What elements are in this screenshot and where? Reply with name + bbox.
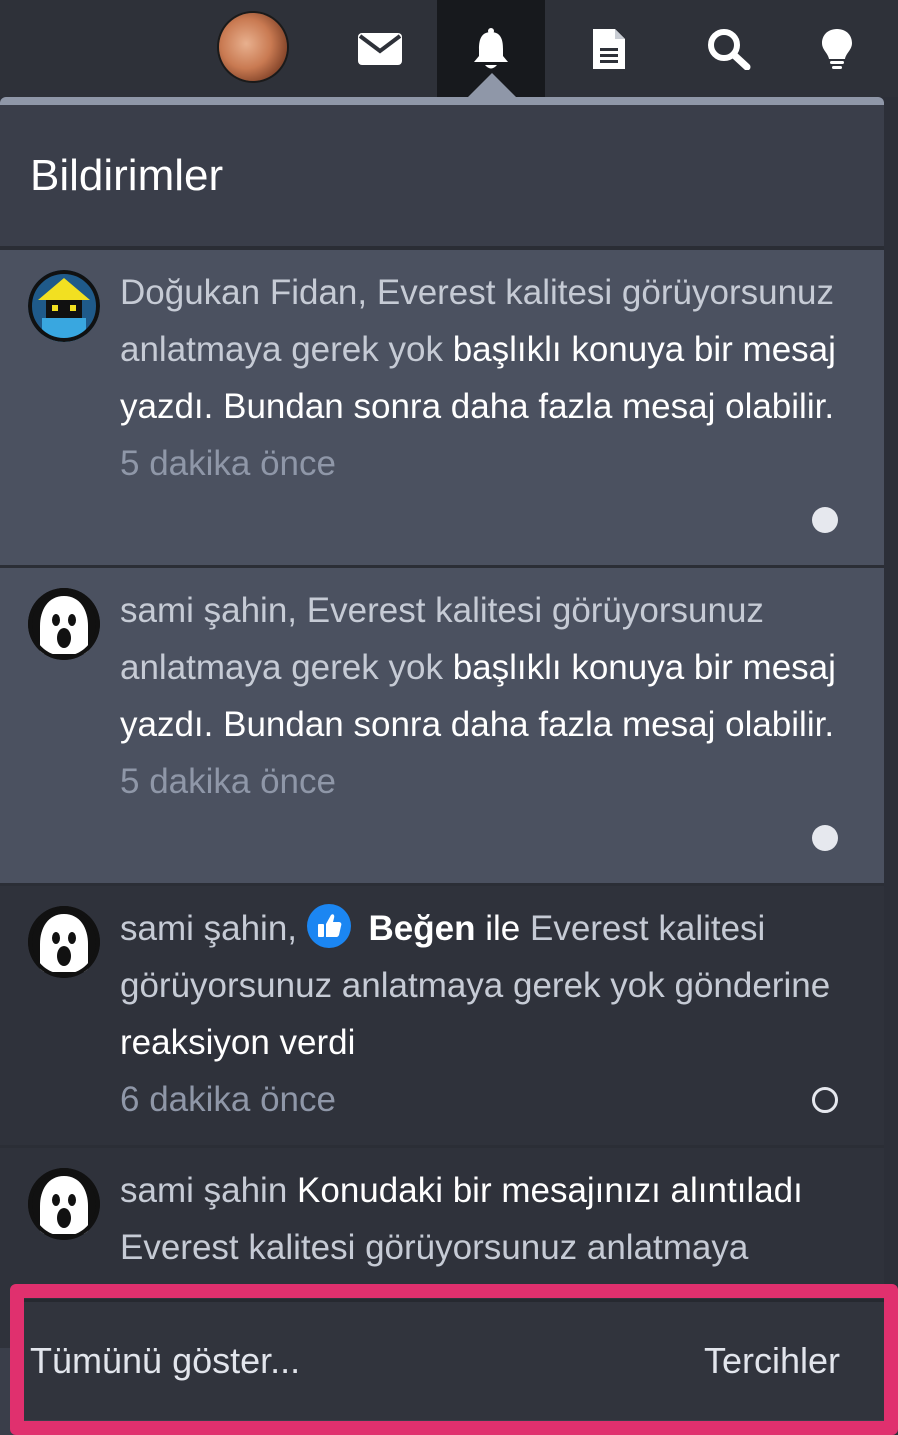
user-avatar[interactable] <box>219 13 287 81</box>
post-word[interactable]: gönderine <box>674 966 830 1005</box>
notification-content: sami şahin, Everest kalitesi görüyorsunu… <box>120 568 844 810</box>
avatar[interactable] <box>28 1168 100 1240</box>
top-navbar <box>0 0 898 97</box>
document-icon <box>593 28 625 69</box>
envelope-icon <box>358 32 402 65</box>
avatar[interactable] <box>28 906 100 978</box>
notification-time: 5 dakika önce <box>120 444 336 483</box>
notification-thread[interactable]: Everest kalitesi görüyorsunuz anlatmaya <box>120 1228 748 1267</box>
notification-user[interactable]: sami şahin, <box>120 909 297 948</box>
unread-dot-icon[interactable] <box>812 825 838 851</box>
notification-text: Konudaki bir mesajınızı alıntıladı <box>297 1171 803 1210</box>
notification-time: 5 dakika önce <box>120 762 336 801</box>
show-all-link[interactable]: Tümünü göster... <box>30 1340 300 1382</box>
messages-button[interactable] <box>326 0 434 97</box>
notification-user[interactable]: Doğukan Fidan, <box>120 273 367 312</box>
notification-user[interactable]: sami şahin, <box>120 591 297 630</box>
avatar[interactable] <box>28 270 100 342</box>
search-icon <box>708 28 751 70</box>
avatar[interactable] <box>28 588 100 660</box>
notification-item[interactable]: sami şahin, Everest kalitesi görüyorsunu… <box>0 568 884 886</box>
notification-user[interactable]: sami şahin <box>120 1171 287 1210</box>
search-button[interactable] <box>675 0 783 97</box>
notification-time: 6 dakika önce <box>120 1080 336 1119</box>
dropdown-caret <box>466 73 518 99</box>
notification-item[interactable]: Doğukan Fidan, Everest kalitesi görüyors… <box>0 250 884 568</box>
new-posts-button[interactable] <box>555 0 663 97</box>
reaction-name: Beğen <box>368 909 476 948</box>
lightbulb-icon <box>822 28 852 69</box>
unread-dot-icon[interactable] <box>812 507 838 533</box>
bell-icon <box>474 27 508 68</box>
read-dot-icon[interactable] <box>812 1087 838 1113</box>
panel-title: Bildirimler <box>0 105 884 250</box>
notification-text: reaksiyon verdi <box>120 1023 356 1062</box>
notification-item[interactable]: sami şahin, Beğen ile Everest kalitesi g… <box>0 886 884 1148</box>
notification-content: sami şahin, Beğen ile Everest kalitesi g… <box>120 886 844 1128</box>
notification-content: sami şahin Konudaki bir mesajınızı alınt… <box>120 1148 844 1276</box>
preferences-link[interactable]: Tercihler <box>704 1340 840 1382</box>
notification-content: Doğukan Fidan, Everest kalitesi görüyors… <box>120 250 844 492</box>
reaction-prefix: ile <box>485 909 521 948</box>
whats-new-button[interactable] <box>783 0 891 97</box>
panel-footer: Tümünü göster... Tercihler <box>24 1299 884 1420</box>
notifications-panel: Bildirimler Doğukan Fidan, Everest kalit… <box>0 97 884 1435</box>
thumbs-up-icon <box>306 904 351 948</box>
